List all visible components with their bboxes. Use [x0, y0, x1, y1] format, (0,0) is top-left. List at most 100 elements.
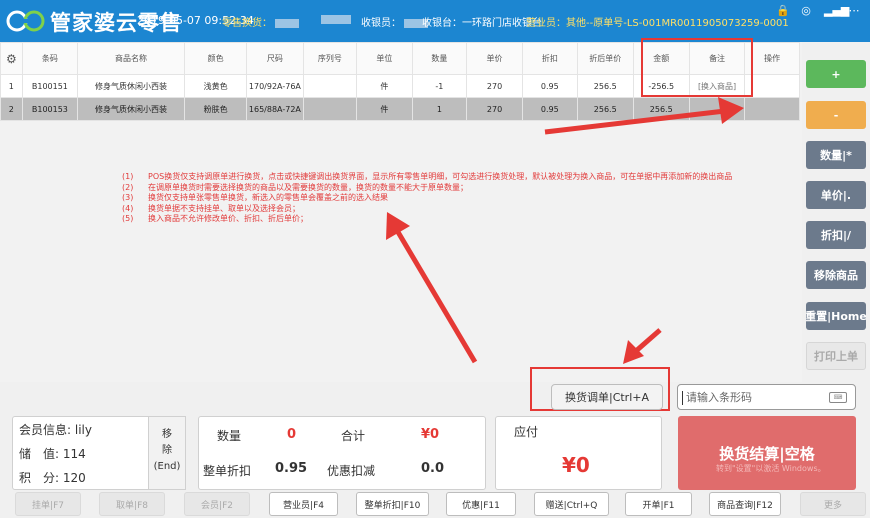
mode-label: 零售换货：: [222, 14, 299, 29]
product-query-button[interactable]: 商品查询|F12: [709, 492, 781, 516]
order-discount-value: 0.95: [275, 461, 308, 476]
note-line: (4) 换货单据不支持挂单、取单以及选择会员；: [122, 203, 300, 213]
barcode-placeholder: 请输入条形码: [686, 391, 752, 404]
more-icon[interactable]: ⋯: [848, 4, 860, 17]
new-order-button[interactable]: 开单|F1: [625, 492, 692, 516]
column-header[interactable]: 商品名称: [77, 42, 185, 75]
remove-member-shortcut: (End): [153, 461, 181, 472]
lock-icon[interactable]: 🔒: [776, 4, 790, 17]
hold-order-button[interactable]: 挂单|F7: [15, 492, 81, 516]
cell-size: 170/92A-76A: [246, 74, 304, 98]
promotion-button[interactable]: 优惠|F11: [446, 492, 516, 516]
windows-watermark: 转到"设置"以激活 Windows。: [716, 464, 826, 473]
remove-member-button[interactable]: 移 除 (End): [148, 416, 186, 490]
barcode-input[interactable]: 请输入条形码 ⌨: [677, 384, 856, 410]
cell-unit: 件: [356, 74, 413, 98]
cell-barcode: B100151: [21, 74, 79, 98]
cell-qty[interactable]: -1: [411, 74, 468, 98]
cell-note: [688, 97, 746, 121]
column-header[interactable]: 操作: [744, 42, 800, 75]
remove-item-button[interactable]: 移除商品: [806, 261, 866, 289]
column-header[interactable]: 尺码: [246, 42, 304, 75]
cell-discount: 0.95: [521, 97, 578, 121]
remove-member-label: 除: [162, 445, 172, 456]
exchange-settle-button[interactable]: 换货结算|空格: [678, 416, 856, 490]
exchange-notes: (1) POS换货仅支持调原单进行换货，点击或快捷键调出换货界面，显示所有零售单明…: [122, 172, 732, 225]
note-line: (3) 换货仅支持单张零售单换货，新选入的零售单会覆盖之前的选入结果: [122, 193, 388, 202]
total-label: 合计: [341, 429, 366, 443]
member-points: 积 分: 120: [19, 471, 86, 485]
order-discount-label: 整单折扣: [203, 464, 252, 478]
cell-action[interactable]: [744, 74, 800, 98]
more-button[interactable]: 更多: [800, 492, 866, 516]
cell-color: 粉肤色: [183, 97, 248, 121]
qty-label: 数量: [217, 429, 242, 443]
column-header[interactable]: 折扣: [521, 42, 578, 75]
remove-member-label: 移: [162, 429, 172, 440]
retrieve-order-button[interactable]: 取单|F8: [99, 492, 165, 516]
price-button[interactable]: 单价|.: [806, 181, 866, 209]
column-header[interactable]: 序列号: [302, 42, 358, 75]
reset-button[interactable]: 重置|Home: [806, 302, 866, 330]
cell-action[interactable]: [744, 97, 800, 121]
add-button[interactable]: +: [806, 60, 866, 88]
column-header[interactable]: 数量: [411, 42, 468, 75]
cell-unit: 件: [356, 97, 413, 121]
summary-panel: 数量 0 合计 ¥0 整单折扣 0.95 优惠扣减 0.0: [198, 416, 486, 490]
quantity-button[interactable]: 数量|*: [806, 141, 866, 169]
column-header[interactable]: 单价: [466, 42, 523, 75]
cell-disc-price: 256.5: [576, 74, 634, 98]
row-index: 2: [0, 97, 23, 121]
title-bar: 管家婆云零售 2019-05-07 09:52:34 零售换货： 收银员： 收银…: [0, 0, 870, 42]
cell-size: 165/88A-72A: [246, 97, 304, 121]
cell-price: 270: [466, 74, 523, 98]
promo-value: 0.0: [421, 461, 445, 476]
discount-button[interactable]: 折扣|/: [806, 221, 866, 249]
cell-color: 浅黄色: [183, 74, 248, 98]
sales-staff-button[interactable]: 营业员|F4: [269, 492, 338, 516]
member-info: 会员信息: lily: [19, 423, 92, 437]
print-last-button[interactable]: 打印上单: [806, 342, 866, 370]
payable-panel: 应付 ¥0: [495, 416, 662, 490]
column-header[interactable]: 条码: [21, 42, 79, 75]
qty-value: 0: [287, 427, 297, 442]
system-icons: 🔒 ◎ ▂▄▆ ⋯: [776, 4, 860, 17]
redacted-block: [275, 18, 299, 28]
redacted-field: [318, 14, 351, 25]
column-settings[interactable]: ⚙: [0, 42, 23, 75]
gift-button[interactable]: 赠送|Ctrl+Q: [534, 492, 609, 516]
column-header[interactable]: 单位: [356, 42, 413, 75]
signal-icon: ▂▄▆: [824, 4, 850, 17]
cashier-label: 收银员：: [361, 14, 428, 29]
gear-icon[interactable]: ⚙: [6, 52, 17, 66]
remove-button[interactable]: -: [806, 101, 866, 129]
sales-info: 营业员：其他--原单号-LS-001MR0011905073259-0001: [526, 18, 789, 29]
note-line: (2) 在调原单换货时需要选择换货的商品以及需要换货的数量，换货的数量不能大于原单…: [122, 182, 468, 192]
cell-disc-price: 256.5: [576, 97, 634, 121]
cell-name: 修身气质休闲小西装: [77, 97, 185, 121]
payable-value: ¥0: [562, 453, 590, 477]
promo-label: 优惠扣减: [327, 464, 376, 478]
keyboard-icon[interactable]: ⌨: [829, 392, 847, 403]
note-line: (1) POS换货仅支持调原单进行换货，点击或快捷键调出换货界面，显示所有零售单明…: [122, 172, 733, 181]
cell-discount: 0.95: [521, 74, 578, 98]
payable-label: 应付: [514, 425, 539, 439]
row-index: 1: [0, 74, 23, 98]
column-header[interactable]: 折后单价: [576, 42, 634, 75]
highlight-amount-note: [641, 38, 753, 97]
member-button[interactable]: 会员|F2: [184, 492, 250, 516]
cell-serial[interactable]: [302, 74, 358, 98]
target-icon[interactable]: ◎: [800, 4, 812, 17]
column-header[interactable]: 颜色: [183, 42, 248, 75]
order-discount-button[interactable]: 整单折扣|F10: [356, 492, 429, 516]
cell-name: 修身气质休闲小西装: [77, 74, 185, 98]
member-stored-value: 储 值: 114: [19, 447, 86, 461]
cell-price: 270: [466, 97, 523, 121]
cell-qty[interactable]: 1: [411, 97, 468, 121]
table-row[interactable]: 2 B100153 修身气质休闲小西装 粉肤色 165/88A-72A 件 1 …: [0, 97, 800, 121]
cell-serial[interactable]: [302, 97, 358, 121]
total-value: ¥0: [421, 427, 440, 442]
cell-barcode: B100153: [21, 97, 79, 121]
exchange-order-button[interactable]: 换货调单|Ctrl+A: [551, 384, 663, 410]
register-info: 收银台：一环路门店收银台: [422, 18, 542, 29]
